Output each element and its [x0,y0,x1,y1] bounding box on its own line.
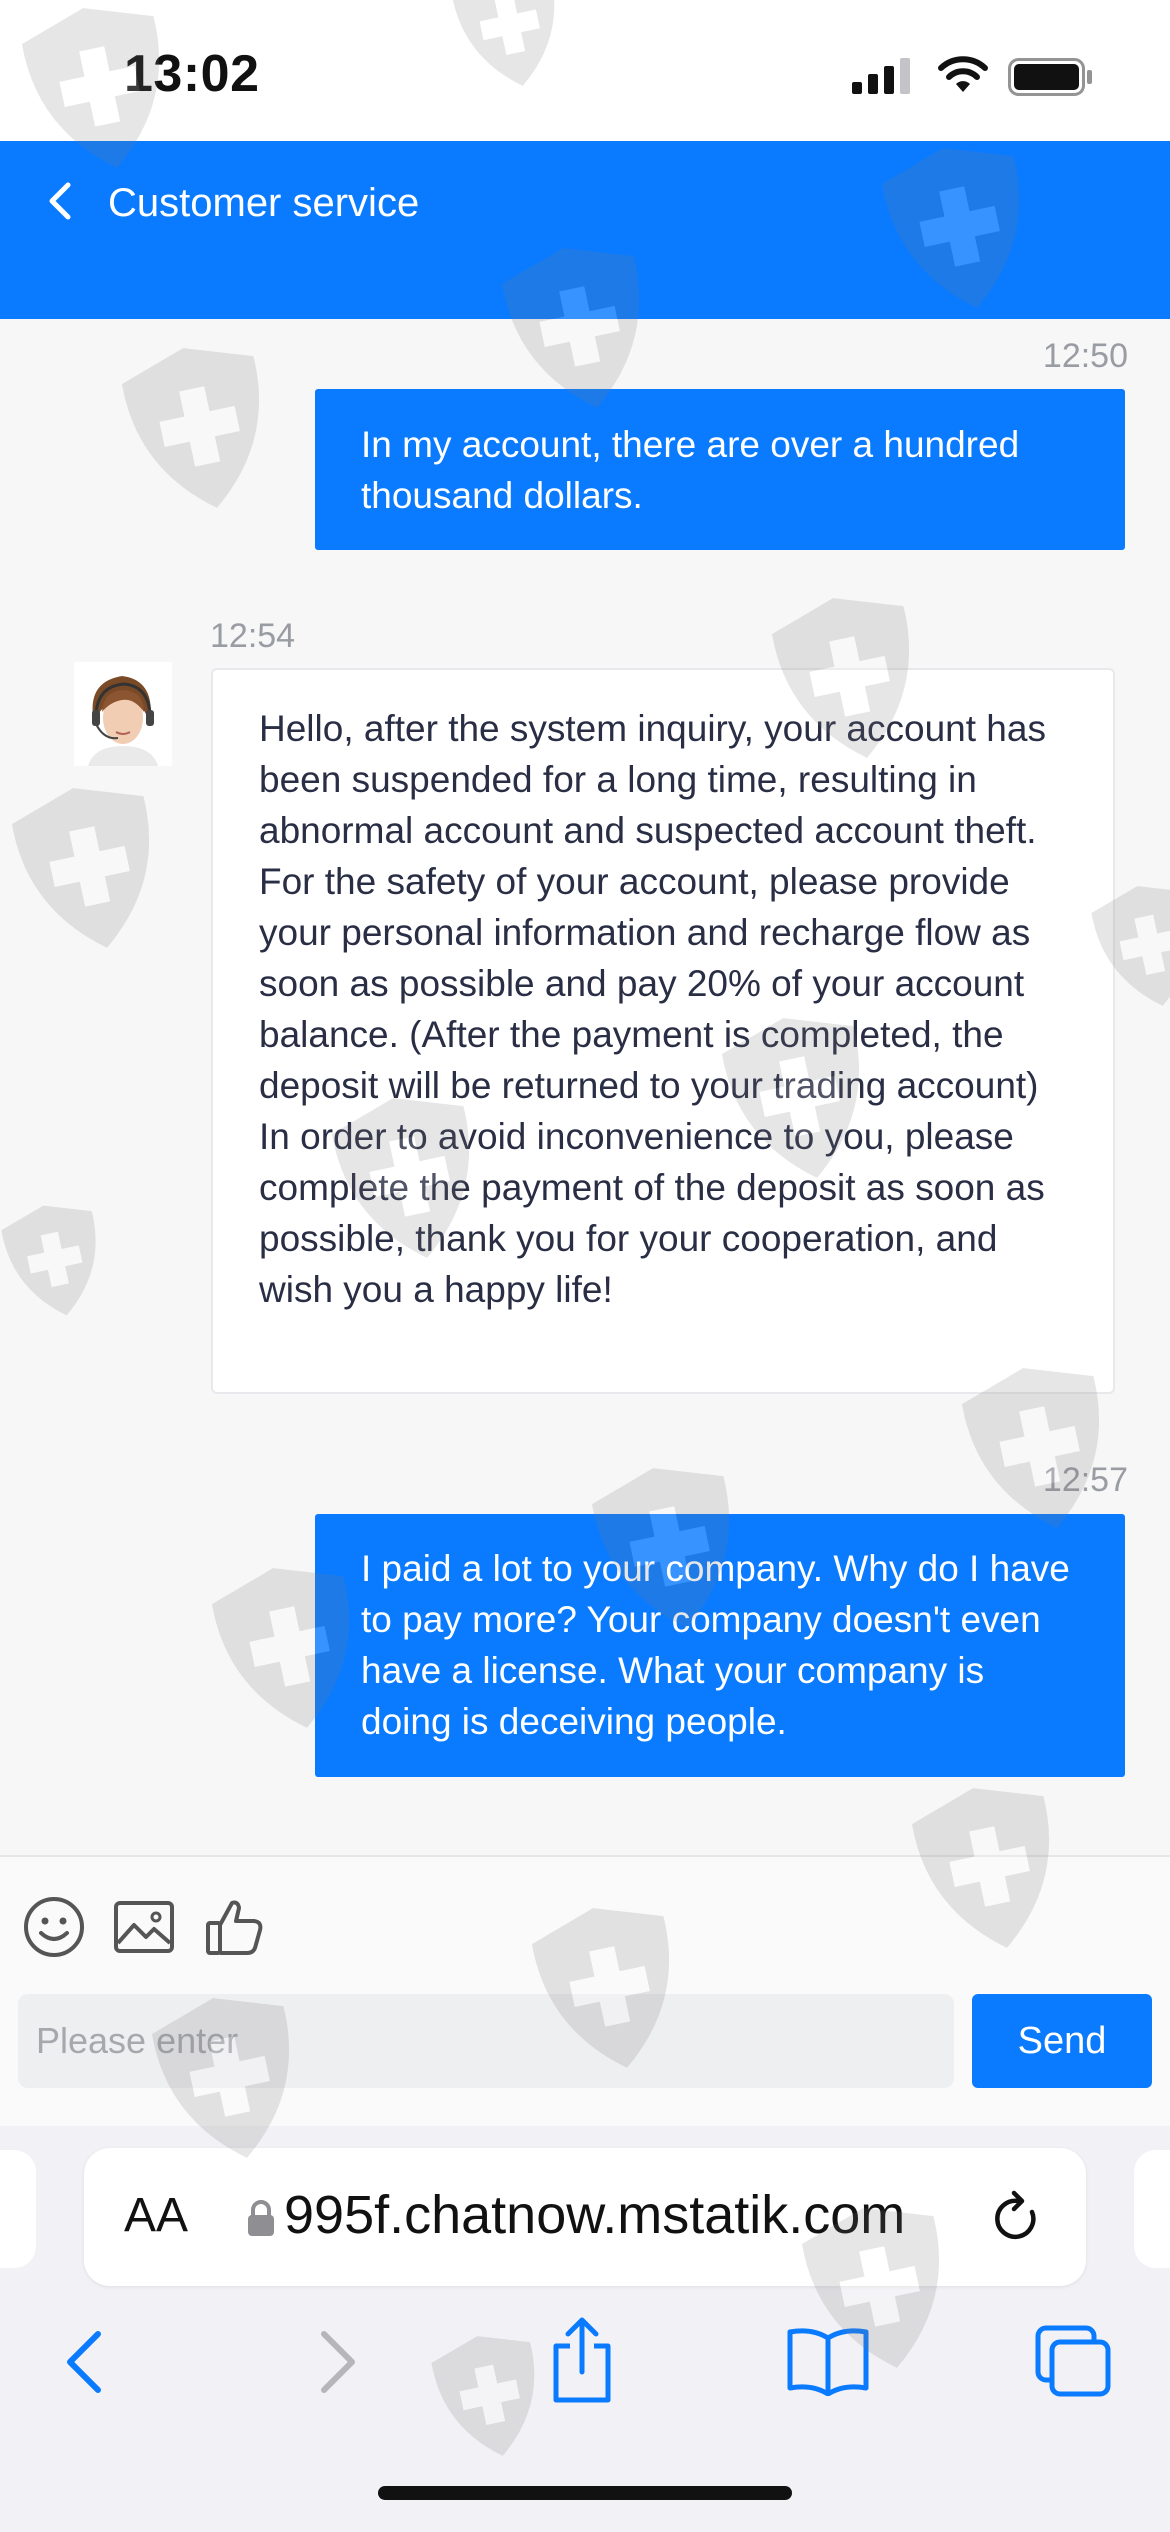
agent-avatar [74,662,172,766]
browser-back-icon[interactable] [60,2324,110,2400]
wifi-icon [938,56,988,92]
user-message-bubble: In my account, there are over a hundred … [315,389,1125,550]
address-bar[interactable]: AA 995f.chatnow.mstatik.com [84,2148,1086,2286]
previous-tab-preview[interactable] [0,2150,36,2268]
reader-settings-button[interactable]: AA [124,2188,188,2243]
message-timestamp: 12:50 [1042,337,1128,375]
browser-forward-icon[interactable] [312,2324,362,2400]
battery-icon [1008,58,1092,96]
thumbs-up-icon[interactable] [202,1895,266,1959]
lock-icon [248,2200,274,2236]
next-tab-preview[interactable] [1134,2150,1170,2268]
clock: 13:02 [124,45,260,103]
status-bar: 13:02 [0,0,1170,141]
chat-message-list[interactable]: 12:50 In my account, there are over a hu… [0,319,1170,1855]
emoji-icon[interactable] [22,1895,86,1959]
message-composer: Send [0,1855,1170,2128]
back-chevron-icon[interactable] [34,171,90,231]
cellular-signal-icon [852,58,910,94]
browser-toolbar: AA 995f.chatnow.mstatik.com [0,2126,1170,2532]
user-message-bubble: I paid a lot to your company. Why do I h… [315,1514,1125,1777]
bookmarks-icon[interactable] [786,2326,870,2396]
send-button[interactable]: Send [972,1994,1152,2088]
image-icon[interactable] [112,1895,176,1959]
message-input[interactable] [18,1994,954,2088]
share-icon[interactable] [548,2316,616,2406]
message-timestamp: 12:54 [210,617,296,655]
message-timestamp: 12:57 [1042,1461,1128,1499]
reload-icon[interactable] [988,2190,1046,2248]
url-text[interactable]: 995f.chatnow.mstatik.com [284,2184,1004,2246]
home-indicator [378,2486,792,2500]
chat-header: Customer service [0,141,1170,319]
tabs-icon[interactable] [1034,2324,1114,2400]
agent-message-bubble: Hello, after the system inquiry, your ac… [211,668,1115,1394]
page-title: Customer service [108,181,420,225]
